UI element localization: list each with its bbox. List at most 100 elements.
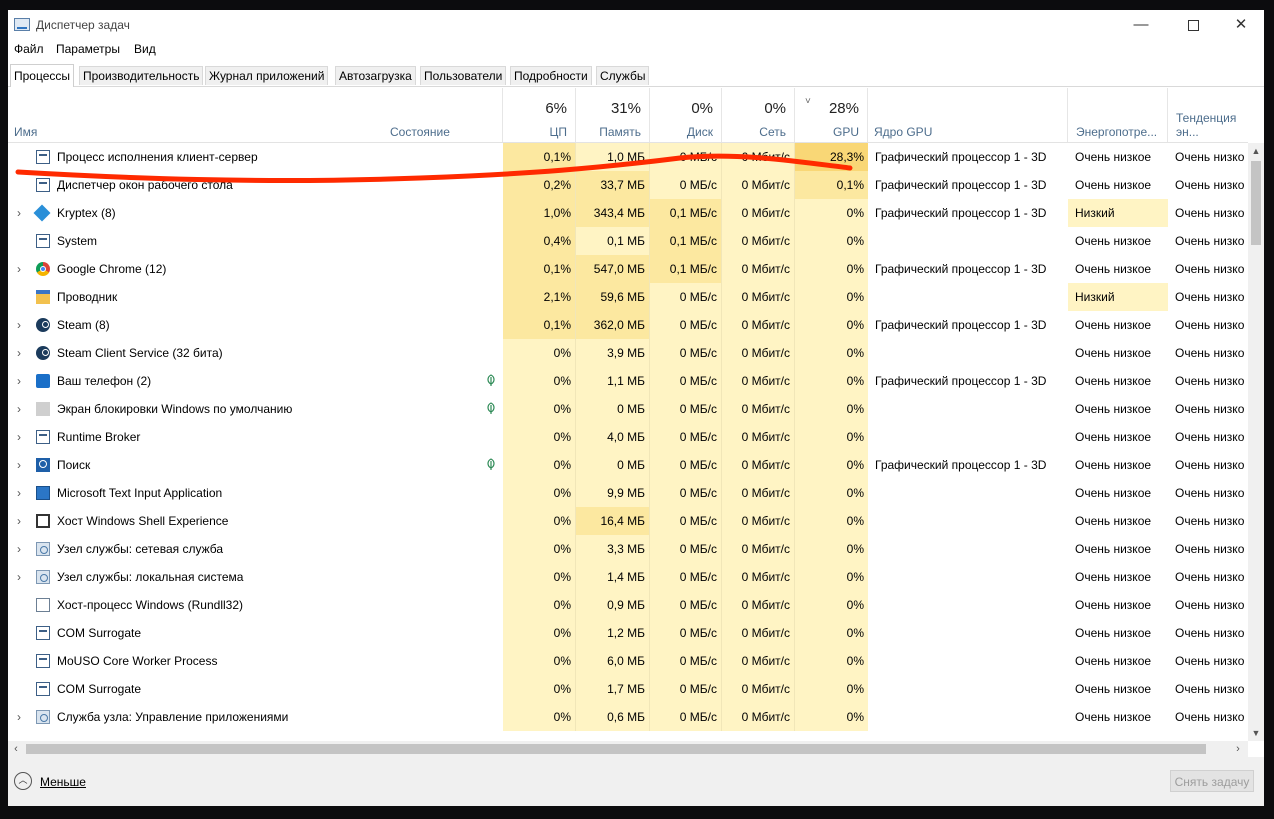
column-gpu-engine-label: Ядро GPU: [874, 125, 933, 139]
collapse-details-icon[interactable]: ︿: [14, 772, 32, 790]
power-trend-value: Очень низко: [1175, 430, 1245, 444]
tab-startup[interactable]: Автозагрузка: [335, 66, 416, 85]
horizontal-scroll-thumb[interactable]: [26, 744, 1206, 754]
vertical-scrollbar[interactable]: ▲ ▼: [1248, 143, 1264, 741]
scroll-right-icon[interactable]: ›: [1230, 741, 1246, 757]
power-trend-value: Очень низко: [1175, 682, 1245, 696]
process-status: [386, 283, 503, 311]
menu-file[interactable]: Файл: [14, 42, 44, 56]
expand-chevron-icon[interactable]: ›: [8, 563, 30, 591]
column-gpu-engine[interactable]: Ядро GPU: [868, 88, 1068, 142]
process-row[interactable]: › Microsoft Text Input Application 0% 9,9 М…: [8, 479, 1248, 507]
minimize-button[interactable]: —: [1118, 10, 1164, 40]
close-button[interactable]: ✕: [1218, 10, 1264, 40]
expand-chevron-icon[interactable]: ›: [8, 367, 30, 395]
steam-icon: [36, 346, 50, 360]
scroll-down-icon[interactable]: ▼: [1248, 725, 1264, 741]
process-row[interactable]: › Google Chrome (12) 0,1% 547,0 МБ 0,1 МБ/с 0…: [8, 255, 1248, 283]
gpu-engine-value: [868, 591, 1068, 619]
disk-value: 0 МБ/с: [650, 395, 722, 423]
process-row[interactable]: › Ваш телефон (2) 0% 1,1 МБ 0 МБ/с 0 Мбит/с 0%…: [8, 367, 1248, 395]
power-trend-value: Очень низко: [1175, 570, 1245, 584]
expand-chevron-icon[interactable]: ›: [8, 199, 30, 227]
steam-icon: [36, 318, 50, 332]
process-row[interactable]: › Поиск 0% 0 МБ 0 МБ/с 0 Мбит/с 0% Графический …: [8, 451, 1248, 479]
gpu-engine-value: Графический процессор 1 - 3D: [875, 206, 1047, 220]
expand-chevron-icon[interactable]: ›: [8, 479, 30, 507]
vertical-scroll-thumb[interactable]: [1251, 161, 1261, 245]
column-power-trend[interactable]: Тенденция эн...: [1168, 88, 1248, 142]
cpu-value: 0%: [503, 423, 576, 451]
expand-chevron-icon[interactable]: ›: [8, 535, 30, 563]
process-status: [386, 535, 503, 563]
memory-value: 362,0 МБ: [576, 311, 650, 339]
gpu-engine-value: [868, 675, 1068, 703]
process-row[interactable]: › Служба узла: Управление приложениями 0% 0…: [8, 703, 1248, 731]
column-name[interactable]: Имя: [8, 88, 386, 142]
expand-chevron-icon[interactable]: ›: [8, 451, 30, 479]
gpu-value: 0%: [795, 311, 868, 339]
disk-value: 0 МБ/с: [650, 619, 722, 647]
gpu-engine-value: [868, 479, 1068, 507]
column-status[interactable]: Состояние: [386, 88, 503, 142]
fewer-details-link[interactable]: Меньше: [40, 775, 86, 789]
gpu-value: 28,3%: [795, 143, 868, 171]
process-status: [386, 507, 503, 535]
gpu-engine-value: [868, 647, 1068, 675]
column-disk[interactable]: 0% Диск: [650, 88, 722, 142]
expand-chevron-icon[interactable]: ›: [8, 339, 30, 367]
process-row[interactable]: Хост-процесс Windows (Rundll32) 0% 0,9 МБ 0…: [8, 591, 1248, 619]
process-row[interactable]: › Узел службы: сетевая служба 0% 3,3 МБ 0 МБ…: [8, 535, 1248, 563]
tab-performance[interactable]: Производительность: [79, 66, 204, 85]
title-bar[interactable]: Диспетчер задач — ✕: [8, 10, 1264, 40]
process-row[interactable]: System 0,4% 0,1 МБ 0,1 МБ/с 0 Мбит/с 0% Очень …: [8, 227, 1248, 255]
horizontal-scrollbar[interactable]: ‹ ›: [8, 741, 1248, 757]
column-gpu[interactable]: ˅ 28% GPU: [795, 88, 868, 142]
expand-chevron-icon[interactable]: ›: [8, 255, 30, 283]
tab-users[interactable]: Пользователи: [420, 66, 507, 85]
power-trend-value: Очень низко: [1175, 514, 1245, 528]
process-row[interactable]: Проводник 2,1% 59,6 МБ 0 МБ/с 0 Мбит/с 0% Низк…: [8, 283, 1248, 311]
menu-view[interactable]: Вид: [134, 42, 156, 56]
tab-app-history[interactable]: Журнал приложений: [205, 66, 329, 85]
process-row[interactable]: › Узел службы: локальная система 0% 1,4 МБ 0…: [8, 563, 1248, 591]
scroll-up-icon[interactable]: ▲: [1248, 143, 1264, 159]
expand-chevron-icon[interactable]: ›: [8, 703, 30, 731]
end-task-button[interactable]: Снять задачу: [1170, 770, 1254, 792]
column-memory[interactable]: 31% Память: [576, 88, 650, 142]
process-status: [386, 227, 503, 255]
process-row[interactable]: › Steam Client Service (32 бита) 0% 3,9 МБ 0…: [8, 339, 1248, 367]
scroll-left-icon[interactable]: ‹: [8, 741, 24, 757]
tab-processes[interactable]: Процессы: [10, 64, 75, 87]
process-row[interactable]: Процесс исполнения клиент-сервер 0,1% 1,0 …: [8, 143, 1248, 171]
gear-icon: [36, 710, 50, 724]
process-status: [386, 171, 503, 199]
tab-details[interactable]: Подробности: [510, 66, 592, 85]
process-row[interactable]: COM Surrogate 0% 1,2 МБ 0 МБ/с 0 Мбит/с 0% Оче…: [8, 619, 1248, 647]
tab-services[interactable]: Службы: [596, 66, 650, 85]
column-network[interactable]: 0% Сеть: [722, 88, 795, 142]
column-power[interactable]: Энергопотре...: [1068, 88, 1168, 142]
process-row[interactable]: › Хост Windows Shell Experience 0% 16,4 МБ 0…: [8, 507, 1248, 535]
memory-value: 0,6 МБ: [576, 703, 650, 731]
network-value: 0 Мбит/с: [722, 619, 795, 647]
window-icon: [36, 682, 50, 696]
process-row[interactable]: Диспетчер окон рабочего стола 0,2% 33,7 МБ…: [8, 171, 1248, 199]
maximize-button[interactable]: [1170, 10, 1216, 40]
expand-chevron-icon[interactable]: ›: [8, 423, 30, 451]
process-row[interactable]: › Kryptex (8) 1,0% 343,4 МБ 0,1 МБ/с 0 Мбит/с…: [8, 199, 1248, 227]
memory-value: 6,0 МБ: [576, 647, 650, 675]
cpu-value: 0,1%: [503, 255, 576, 283]
process-row[interactable]: › Экран блокировки Windows по умолчанию 0%…: [8, 395, 1248, 423]
expand-chevron-icon[interactable]: ›: [8, 507, 30, 535]
expand-chevron-icon[interactable]: ›: [8, 311, 30, 339]
power-usage-value: Очень низкое: [1075, 374, 1152, 388]
process-row[interactable]: › Steam (8) 0,1% 362,0 МБ 0 МБ/с 0 Мбит/с 0% Гр…: [8, 311, 1248, 339]
gpu-value: 0,1%: [795, 171, 868, 199]
expand-chevron-icon[interactable]: ›: [8, 395, 30, 423]
process-row[interactable]: COM Surrogate 0% 1,7 МБ 0 МБ/с 0 Мбит/с 0% Оче…: [8, 675, 1248, 703]
process-row[interactable]: MoUSO Core Worker Process 0% 6,0 МБ 0 МБ/с 0…: [8, 647, 1248, 675]
process-row[interactable]: › Runtime Broker 0% 4,0 МБ 0 МБ/с 0 Мбит/с 0% О…: [8, 423, 1248, 451]
menu-options[interactable]: Параметры: [56, 42, 120, 56]
column-cpu[interactable]: 6% ЦП: [503, 88, 576, 142]
